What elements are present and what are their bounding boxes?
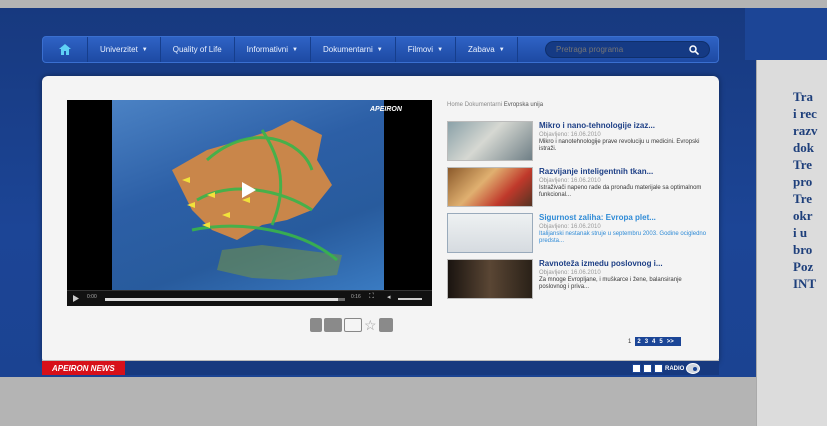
video-thumbnail[interactable] xyxy=(447,121,533,161)
page-link[interactable]: 4 xyxy=(650,338,657,346)
video-brand-logo: APEIRON xyxy=(370,106,402,113)
video-description: Mikro i nanotehnologije prave revoluciju… xyxy=(539,139,700,152)
facebook-icon[interactable] xyxy=(378,318,393,332)
breadcrumb: Home Dokumentarni Evropska unija xyxy=(447,102,543,108)
video-title[interactable]: Ravnoteža izmedu poslovnog i... xyxy=(539,259,663,268)
volume-slider[interactable] xyxy=(398,298,422,300)
pagination: 1 2 3 4 5 >> xyxy=(626,337,682,346)
breadcrumb-current: Evropska unija xyxy=(503,102,544,108)
page-links: 2 3 4 5 >> xyxy=(635,337,682,346)
list-item[interactable]: Ravnoteža izmedu poslovnog i... Objavlje… xyxy=(447,258,702,304)
video-date: Objavljeno: 16.06.2010 xyxy=(539,132,601,138)
video-frame[interactable]: APEIRON xyxy=(112,100,402,290)
video-date: Objavljeno: 16.06.2010 xyxy=(539,270,601,276)
video-title[interactable]: Mikro i nano-tehnologije izaz... xyxy=(539,121,655,130)
nav-item-univerzitet[interactable]: Univerzitet ▼ xyxy=(88,37,161,62)
video-date: Objavljeno: 16.06.2010 xyxy=(539,178,601,184)
page-current: 1 xyxy=(628,338,632,345)
comment-icon[interactable] xyxy=(324,318,342,332)
nav-item-quality-of-life[interactable]: Quality of Life xyxy=(161,37,235,62)
video-list: Mikro i nano-tehnologije izaz... Objavlj… xyxy=(447,120,706,304)
search-input[interactable] xyxy=(556,45,676,54)
video-title[interactable]: Sigurnost zaliha: Evropa plet... xyxy=(539,213,656,222)
nav-item-label: Univerzitet xyxy=(100,45,138,54)
page-link[interactable]: 2 xyxy=(635,338,642,346)
list-item[interactable]: Mikro i nano-tehnologije izaz... Objavlj… xyxy=(447,120,702,166)
video-player[interactable]: APEIRON 0:00 0:16 ⛶ ◂ xyxy=(67,100,432,306)
play-icon[interactable] xyxy=(242,182,256,198)
nav-item-filmovi[interactable]: Filmovi ▼ xyxy=(396,37,457,62)
side-text: Tra i rec razv dok Tre pro Tre okr i u b… xyxy=(793,89,818,291)
video-description: Za mnoge Evropljane, i muškarce i žene, … xyxy=(539,277,682,290)
nav-item-label: Dokumentarni xyxy=(322,45,373,54)
nav-item-informativni[interactable]: Informativni ▼ xyxy=(235,37,311,62)
progress-fill xyxy=(105,298,338,301)
volume-icon[interactable]: ◂ xyxy=(387,293,391,301)
video-description: Istraživači napeno rade da pronađu mater… xyxy=(539,185,702,198)
page-next[interactable]: >> xyxy=(665,338,676,346)
home-icon xyxy=(59,44,71,55)
radio-label[interactable]: RADIO xyxy=(665,366,684,372)
search-icon[interactable] xyxy=(689,44,699,55)
chevron-down-icon: ▼ xyxy=(437,46,444,53)
breadcrumb-home[interactable]: Home xyxy=(447,102,463,108)
mail-icon[interactable] xyxy=(344,318,362,332)
page-link[interactable]: 3 xyxy=(643,338,650,346)
top-strip xyxy=(0,0,827,8)
nav-item-label: Zabava xyxy=(468,45,495,54)
video-description: Italijanski nestanak struje u septembru … xyxy=(539,231,707,244)
video-title[interactable]: Razvijanje inteligentnih tkan... xyxy=(539,167,653,176)
main-nav: Univerzitet ▼ Quality of Life Informativn… xyxy=(42,36,719,63)
radio-channel-icon[interactable] xyxy=(643,364,652,373)
nav-item-dokumentarni[interactable]: Dokumentarni ▼ xyxy=(311,37,396,62)
news-logo[interactable]: APEIRON NEWS xyxy=(42,361,125,375)
list-item[interactable]: Razvijanje inteligentnih tkan... Objavlj… xyxy=(447,166,702,212)
share-toolbar: ☆ xyxy=(310,318,393,332)
radio-controls: RADIO xyxy=(632,363,701,374)
info-icon[interactable] xyxy=(310,318,322,332)
radio-channel-icon[interactable] xyxy=(654,364,663,373)
list-item[interactable]: Sigurnost zaliha: Evropa plet... Objavlj… xyxy=(447,212,706,258)
chevron-down-icon: ▼ xyxy=(376,46,383,53)
chevron-down-icon: ▼ xyxy=(498,46,505,53)
frame-corner xyxy=(745,8,827,60)
nav-item-label: Filmovi xyxy=(407,45,434,54)
home-button[interactable] xyxy=(43,37,88,62)
end-time: 0:16 xyxy=(351,294,361,300)
fullscreen-icon[interactable]: ⛶ xyxy=(369,293,374,301)
breadcrumb-dokumentarni[interactable]: Dokumentarni xyxy=(465,102,502,108)
video-thumbnail[interactable] xyxy=(447,259,533,299)
video-date: Objavljeno: 16.06.2010 xyxy=(539,224,601,230)
nav-item-zabava[interactable]: Zabava ▼ xyxy=(456,37,518,62)
play-button-icon[interactable] xyxy=(73,295,79,302)
chevron-down-icon: ▼ xyxy=(292,46,298,53)
nav-item-label: Quality of Life xyxy=(172,45,222,54)
player-controls: 0:00 0:16 ⛶ ◂ xyxy=(67,290,432,306)
content-panel: APEIRON 0:00 0:16 ⛶ ◂ ☆ Home Dokumentarn… xyxy=(42,76,719,375)
progress-bar[interactable] xyxy=(105,298,345,301)
page-link[interactable]: 5 xyxy=(657,338,664,346)
radio-channel-icon[interactable] xyxy=(632,364,641,373)
bottom-strip xyxy=(0,377,760,426)
star-icon[interactable]: ☆ xyxy=(364,318,377,332)
search-box xyxy=(545,41,710,58)
nav-item-label: Informativni xyxy=(246,45,289,54)
current-time: 0:00 xyxy=(87,294,97,300)
side-text-box: Tra i rec razv dok Tre pro Tre okr i u b… xyxy=(756,60,827,426)
news-bar: APEIRON NEWS RADIO xyxy=(42,360,719,375)
video-thumbnail[interactable] xyxy=(447,213,533,253)
chevron-down-icon: ▼ xyxy=(141,46,148,53)
radio-icon[interactable] xyxy=(686,363,701,374)
video-thumbnail[interactable] xyxy=(447,167,533,207)
